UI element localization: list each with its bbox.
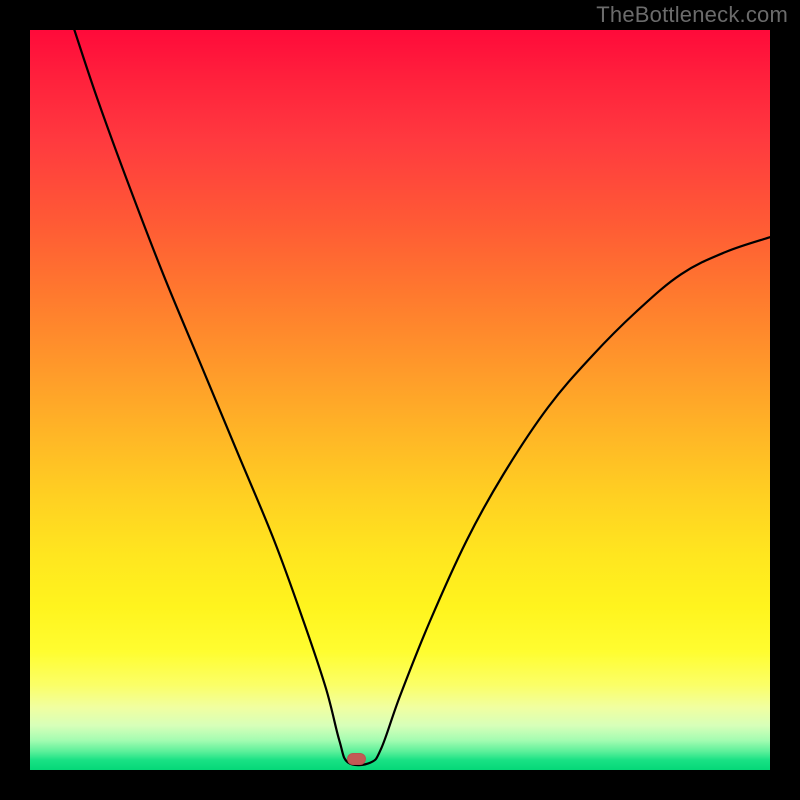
watermark-text: TheBottleneck.com xyxy=(596,2,788,28)
bottleneck-curve xyxy=(30,30,770,770)
chart-frame: TheBottleneck.com xyxy=(0,0,800,800)
minimum-marker xyxy=(347,753,366,765)
curve-path xyxy=(74,30,770,765)
plot-area xyxy=(30,30,770,770)
